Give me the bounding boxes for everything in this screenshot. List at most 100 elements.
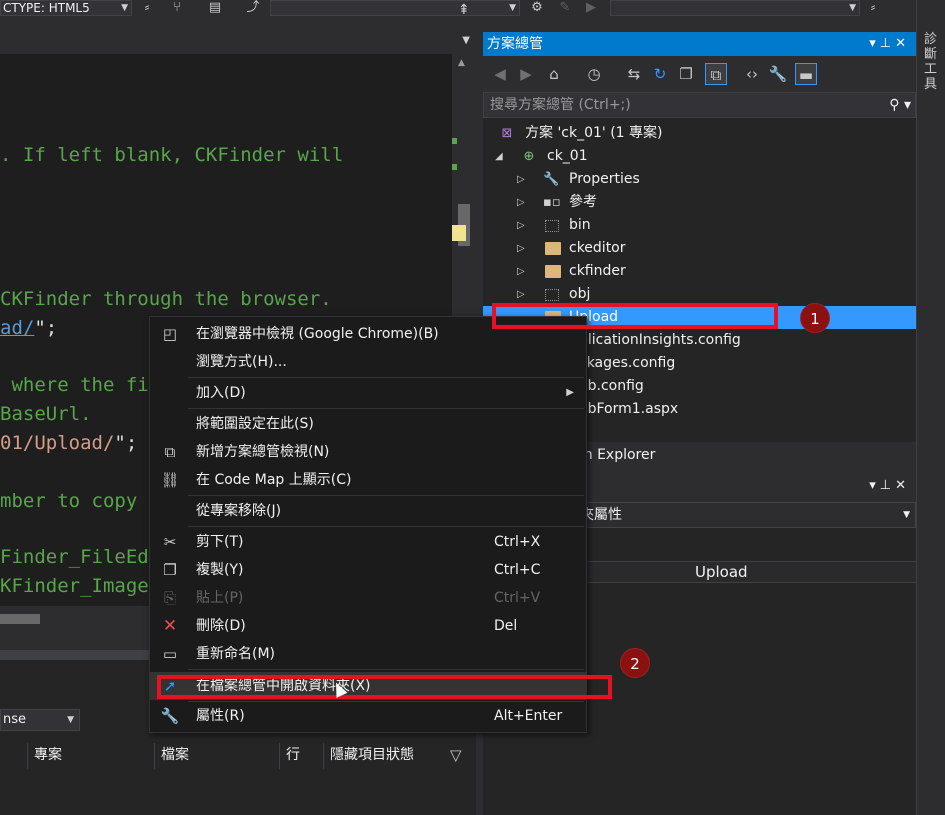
collapse-all-icon[interactable]: ❐ [675,63,697,85]
overflow-icon[interactable]: ⸗ [864,0,882,16]
doctype-combo[interactable]: CTYPE: HTML5 ▼ [0,0,132,16]
publish-icon[interactable]: ⤴ [244,0,262,16]
menu-item-browse-with[interactable]: 瀏覽方式(H)... [150,348,586,376]
copy-icon: ❐ [163,561,177,579]
hscroll-thumb[interactable] [0,614,40,624]
panel-controls[interactable]: ▾⊥✕ [869,32,910,56]
tree-item-references[interactable]: ▷ ▪▫ 參考 [483,191,916,214]
search-placeholder: 搜尋方案總管 (Ctrl+;) [490,97,631,113]
menu-separator [188,495,584,496]
tree-item-solution[interactable]: ⊠ 方案 'ck_01' (1 專案) [483,122,916,145]
chevron-down-icon[interactable]: ▼ [462,35,470,46]
menu-label: 瀏覽方式(H)... [196,354,287,370]
column-header-file[interactable]: 檔案 [155,743,280,769]
expand-icon[interactable]: ▷ [517,214,525,237]
tree-label: ebForm1.aspx [579,401,679,417]
target-combo[interactable]: ▼ [270,0,520,16]
code-line: Finder_FileEdi [0,546,161,568]
tree-item-ckfinder[interactable]: ▷ ckfinder [483,260,916,283]
refresh-icon[interactable]: ↻ [649,63,671,85]
sync-icon[interactable]: ⇆ [623,63,645,85]
solution-search-input[interactable]: 搜尋方案總管 (Ctrl+;) ⚲ ▾ [483,92,916,118]
hidden-folder-icon [545,220,559,232]
pencil-icon: ✎ [559,0,571,15]
delete-icon: ✕ [162,616,178,636]
menu-label: 刪除(D) [196,618,246,634]
panel-controls[interactable]: ▾⊥✕ [869,478,910,493]
code-line: where the fil [0,374,161,396]
expand-icon[interactable]: ▷ [517,237,525,260]
branch-icon[interactable]: ⑂ [168,0,186,16]
back-icon[interactable]: ◀ [489,63,511,85]
code-line: mber to copy . [0,490,161,512]
paste-icon: ⎘ [163,589,176,607]
menu-item-scope-to-this[interactable]: 將範圍設定在此(S) [150,410,586,438]
tree-label: ck_01 [547,148,588,164]
column-header-project[interactable]: 專案 [28,743,155,769]
menu-label: 貼上(P) [196,590,244,606]
menu-shortcut: Ctrl+V [494,590,541,606]
menu-separator [188,526,584,527]
menu-item-rename[interactable]: ▭ 重新命名(M) [150,640,586,668]
annotation-badge-2: 2 [620,648,650,678]
pending-changes-icon[interactable]: ◷ [583,63,605,85]
column-header[interactable] [0,743,28,769]
side-tool-strip: 診斷工具 [916,0,945,815]
tree-item-ckeditor[interactable]: ▷ ckeditor [483,237,916,260]
menu-item-copy[interactable]: ❐ 複製(Y) Ctrl+C [150,556,586,584]
menu-label: 在瀏覽器中檢視 (Google Chrome)(B) [196,326,439,342]
chevron-down-icon: ▼ [121,3,128,13]
annotation-badge-1: 1 [800,303,830,333]
chevron-down-icon: ▼ [67,715,74,725]
properties-icon[interactable]: 🔧 [767,63,789,85]
tree-item-project[interactable]: ◢ ⊕ ck_01 [483,145,916,168]
attach-icon[interactable]: ⚙ [528,0,546,16]
submenu-arrow-icon: ▶ [566,387,574,398]
menu-item-new-explorer-view[interactable]: ⧉ 新增方案總管檢視(N) [150,438,586,466]
change-marker [452,164,457,170]
home-icon[interactable]: ⌂ [543,63,565,85]
wrench-icon: 🔧 [543,172,560,187]
menu-item-add[interactable]: 加入(D) ▶ [150,379,586,407]
expanded-icon[interactable]: ◢ [495,145,503,168]
menu-item-code-map[interactable]: ⛓ 在 Code Map 上顯示(C) [150,466,586,494]
scope-combo-value: nse [3,712,27,727]
menu-item-exclude-from-project[interactable]: 從專案移除(J) [150,497,586,525]
tree-label: ckfinder [569,263,626,279]
scope-combo[interactable]: nse ▼ [0,709,80,731]
show-all-files-icon[interactable]: ⧉ [705,63,727,85]
document-icon[interactable]: ▤ [206,0,224,16]
preview-icon[interactable]: ▬ [795,63,817,85]
expand-icon[interactable]: ▷ [517,168,525,191]
search-icon[interactable]: ⚲ ▾ [889,93,911,117]
overflow-icon[interactable]: ⸗ [138,0,156,16]
diagnostic-tools-tab[interactable]: 診斷工具 [924,32,940,92]
menu-item-delete[interactable]: ✕ 刪除(D) Del [150,612,586,640]
hidden-folder-icon [545,289,559,301]
code-link[interactable]: ad/ [0,317,34,339]
close-icon: ✕ [895,36,910,51]
menu-item-cut[interactable]: ✂ 剪下(T) Ctrl+X [150,528,586,556]
tree-item-properties[interactable]: ▷ 🔧 Properties [483,168,916,191]
expand-icon[interactable]: ▷ [517,260,525,283]
chevron-down-icon: ▼ [849,3,856,13]
property-value: Upload [695,563,748,581]
code-map-icon: ⛓ [160,471,180,489]
scissors-icon: ✂ [163,533,177,551]
forward-icon[interactable]: ▶ [515,63,537,85]
tree-item-bin[interactable]: ▷ bin [483,214,916,237]
menu-shortcut: Del [494,618,518,634]
config-combo[interactable]: ▼ [610,0,860,16]
filter-icon[interactable]: ▽ [450,746,462,764]
view-code-icon[interactable]: ‹› [741,63,763,85]
menu-label: 新增方案總管檢視(N) [196,444,330,460]
code-line: BaseUrl. [0,403,92,425]
tree-label: 方案 'ck_01' (1 專案) [525,125,663,141]
split-icon[interactable]: ⇞ [458,2,470,18]
menu-label: 加入(D) [196,385,246,401]
scroll-up-icon[interactable]: ▲ [458,58,465,68]
menu-label: 重新命名(M) [196,646,276,662]
menu-item-properties[interactable]: 🔧 屬性(R) Alt+Enter [150,702,586,730]
expand-icon[interactable]: ▷ [517,191,525,214]
column-header-line[interactable]: 行 [280,743,324,769]
